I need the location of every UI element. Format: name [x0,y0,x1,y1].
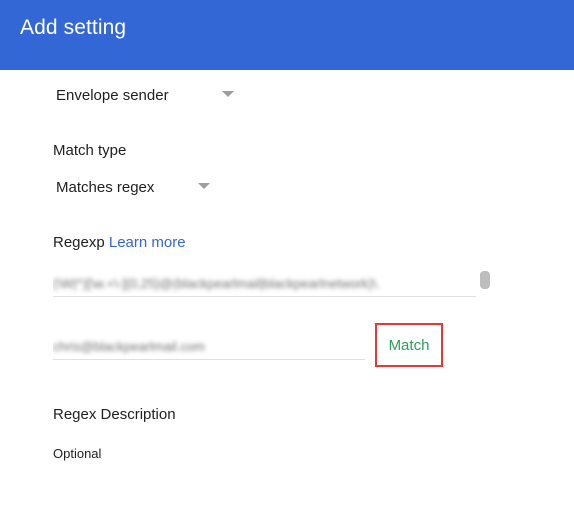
dialog-title: Add setting [20,16,127,39]
match-type-label: Match type [53,142,127,159]
caret-down-icon [222,91,234,97]
test-email-input-value: chris@blackpearlmail.com [53,339,205,354]
regex-description-input[interactable]: Optional [53,446,101,461]
regexp-label-row: Regexp Learn more [53,234,186,251]
dialog-header: Add setting [0,0,574,70]
caret-down-icon [198,183,210,189]
regexp-scrollbar[interactable] [480,271,490,289]
envelope-select-value: Envelope sender [56,86,169,104]
envelope-select[interactable]: Envelope sender [56,82,234,108]
regex-description-label: Regex Description [53,406,176,423]
learn-more-link[interactable]: Learn more [109,234,186,251]
match-type-select-value: Matches regex [56,178,155,196]
regexp-input[interactable]: (\W|^)[\w.+\-]{0,25}@(blackpearlmail|bla… [53,272,476,297]
test-email-input[interactable]: chris@blackpearlmail.com [53,335,365,360]
match-button[interactable]: Match [375,323,443,367]
match-type-select[interactable]: Matches regex [56,174,210,200]
regexp-label: Regexp [53,234,105,251]
regexp-input-value: (\W|^)[\w.+\-]{0,25}@(blackpearlmail|bla… [53,276,380,291]
